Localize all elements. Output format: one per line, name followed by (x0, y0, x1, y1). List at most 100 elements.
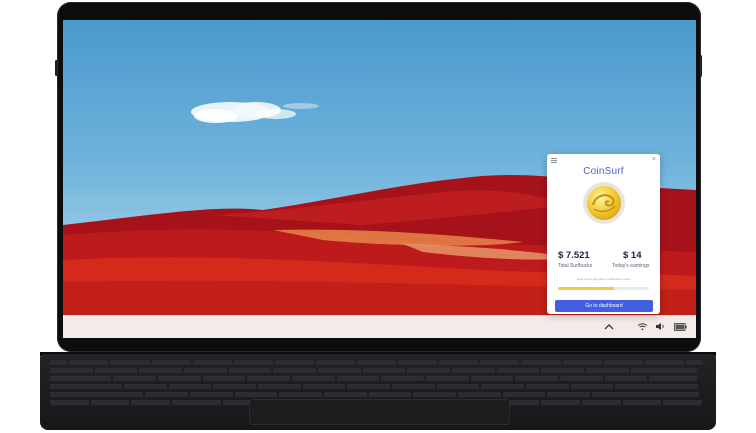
keyboard-key[interactable] (151, 360, 191, 366)
keyboard-key[interactable] (541, 400, 580, 406)
keyboard-key[interactable] (172, 400, 221, 406)
progress-bar-fill (558, 287, 615, 290)
keyboard-key[interactable] (521, 360, 561, 366)
keyboard-key[interactable] (368, 392, 412, 398)
keyboard-key[interactable] (457, 392, 501, 398)
keyboard-key[interactable] (336, 376, 380, 382)
keyboard-key[interactable] (247, 376, 290, 382)
volume-icon[interactable] (655, 320, 666, 333)
keyboard-key[interactable] (425, 376, 469, 382)
keyboard-key[interactable] (622, 400, 662, 406)
keyboard-key[interactable] (228, 368, 272, 374)
keyboard-key[interactable] (562, 360, 602, 366)
taskbar (63, 315, 696, 338)
keyboard-key[interactable] (145, 392, 188, 398)
keyboard-key[interactable] (515, 376, 558, 382)
keyboard-key[interactable] (436, 384, 480, 390)
keyboard-key[interactable] (649, 376, 698, 382)
coinsurf-widget: × CoinSurf $ 7.521 Total Surfbucks $ 14 (547, 154, 660, 314)
keyboard-key[interactable] (480, 360, 520, 366)
keyboard-key[interactable] (157, 376, 201, 382)
keyboard-row (50, 368, 706, 374)
keyboard-key[interactable] (50, 400, 89, 406)
keyboard-key[interactable] (470, 376, 514, 382)
keyboard-key[interactable] (50, 368, 93, 374)
keyboard-key[interactable] (279, 392, 322, 398)
keyboard-key[interactable] (615, 384, 698, 390)
keyboard-key[interactable] (381, 376, 424, 382)
keyboard-key[interactable] (94, 368, 138, 374)
keyboard-key[interactable] (202, 376, 246, 382)
keyboard-key[interactable] (413, 392, 456, 398)
keyboard-key[interactable] (685, 360, 704, 366)
todays-earnings-value: $ 14 (623, 250, 642, 261)
keyboard-key[interactable] (291, 376, 335, 382)
keyboard-key[interactable] (581, 400, 621, 406)
keyboard-key[interactable] (407, 368, 450, 374)
keyboard-key[interactable] (570, 384, 614, 390)
keyboard-key[interactable] (90, 400, 130, 406)
laptop-device: × CoinSurf $ 7.521 Total Surfbucks $ 14 (0, 0, 756, 433)
keyboard-key[interactable] (50, 376, 112, 382)
keyboard-key[interactable] (233, 360, 273, 366)
todays-earnings-label: Today's earnings (612, 263, 650, 269)
keyboard-key[interactable] (50, 384, 122, 390)
keyboard-key[interactable] (591, 392, 699, 398)
keyboard-key[interactable] (192, 360, 232, 366)
keyboard-key[interactable] (362, 368, 406, 374)
chevron-up-icon[interactable] (604, 320, 614, 333)
progress-label: Everyone's progress contributed to pool (577, 277, 630, 281)
keyboard-key[interactable] (496, 368, 540, 374)
keyboard-key[interactable] (323, 392, 367, 398)
keyboard-key[interactable] (189, 392, 233, 398)
total-surfbucks-value: $ 7.521 (558, 250, 590, 261)
display-screen: × CoinSurf $ 7.521 Total Surfbucks $ 14 (63, 20, 696, 338)
keyboard-key[interactable] (604, 376, 648, 382)
keyboard-key[interactable] (644, 360, 684, 366)
keyboard-key[interactable] (391, 384, 435, 390)
keyboard-key[interactable] (131, 400, 171, 406)
keyboard-key[interactable] (541, 368, 584, 374)
keyboard-key[interactable] (502, 392, 546, 398)
keyboard (50, 360, 706, 406)
keyboard-key[interactable] (234, 392, 278, 398)
keyboard-key[interactable] (273, 368, 316, 374)
keyboard-key[interactable] (302, 384, 346, 390)
keyboard-key[interactable] (274, 360, 314, 366)
keyboard-key[interactable] (139, 368, 182, 374)
keyboard-key[interactable] (257, 384, 301, 390)
keyboard-key[interactable] (317, 368, 361, 374)
keyboard-key[interactable] (183, 368, 227, 374)
keyboard-key[interactable] (559, 376, 603, 382)
keyboard-key[interactable] (398, 360, 438, 366)
keyboard-key[interactable] (603, 360, 643, 366)
keyboard-key[interactable] (168, 384, 212, 390)
trackpad[interactable] (249, 399, 510, 425)
close-icon[interactable]: × (652, 155, 656, 164)
keyboard-key[interactable] (630, 368, 698, 374)
keyboard-key[interactable] (439, 360, 479, 366)
keyboard-key[interactable] (347, 384, 390, 390)
wifi-icon[interactable] (637, 320, 648, 333)
keyboard-key[interactable] (585, 368, 629, 374)
keyboard-key[interactable] (50, 360, 68, 366)
go-to-dashboard-button[interactable]: Go to dashboard (555, 300, 653, 312)
keyboard-key[interactable] (213, 384, 256, 390)
keyboard-key[interactable] (481, 384, 524, 390)
keyboard-key[interactable] (357, 360, 397, 366)
keyboard-key[interactable] (663, 400, 703, 406)
keyboard-key[interactable] (113, 376, 156, 382)
keyboard-row (50, 384, 706, 390)
keyboard-key[interactable] (315, 360, 356, 366)
keyboard-key[interactable] (124, 384, 167, 390)
app-title: CoinSurf (583, 166, 624, 177)
keyboard-key[interactable] (451, 368, 495, 374)
keyboard-key[interactable] (110, 360, 150, 366)
keyboard-key[interactable] (547, 392, 590, 398)
keyboard-key[interactable] (69, 360, 109, 366)
battery-icon[interactable] (674, 320, 687, 333)
hamburger-menu-icon[interactable] (551, 158, 557, 163)
keyboard-key[interactable] (50, 392, 144, 398)
keyboard-key[interactable] (525, 384, 569, 390)
progress-bar (558, 287, 649, 290)
